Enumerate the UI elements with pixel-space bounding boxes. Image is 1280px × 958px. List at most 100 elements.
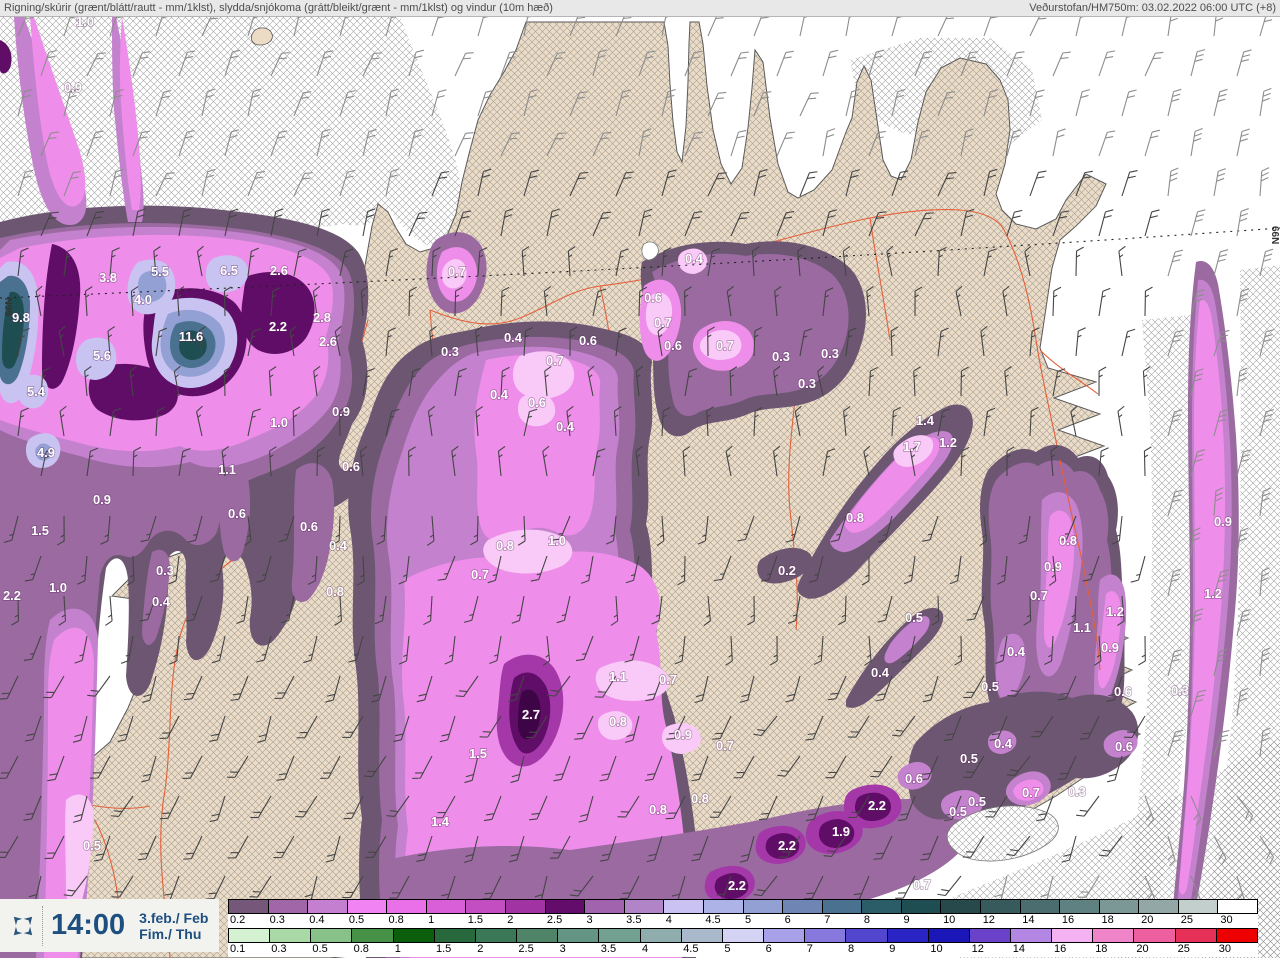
- legend-cell: [703, 900, 744, 913]
- weather-map-page: 66N 66N 1.0 0.9 3.8 5.5 4.0 6.5 2.6 2.8 2.6 2.2 9.…: [0, 0, 1280, 958]
- legend-cell: [846, 929, 888, 942]
- legend-cell: [545, 900, 586, 913]
- weather-map-canvas: 66N 66N 1.00.93.8 5.54.06.5 2.62.82.62.29.…: [0, 7, 1280, 958]
- precip-value-label: 0.6: [644, 290, 662, 305]
- legend-cell: [347, 900, 388, 913]
- precip-value-label: 0.8: [846, 510, 864, 525]
- legend-cell: [980, 900, 1021, 913]
- time-panel: 14:00 3.feb./ Feb Fim./ Thu: [0, 899, 219, 952]
- legend-cell: [1216, 929, 1257, 942]
- precip-value-label: 5.5: [151, 264, 169, 279]
- legend-tick-label: 0.8: [388, 914, 404, 926]
- precip-value-label: 1.2: [1204, 586, 1222, 601]
- precip-value-label: 0.9: [674, 727, 692, 742]
- precip-value-label: 1.1: [609, 669, 627, 684]
- legend-cell: [466, 900, 507, 913]
- legend-cell: [517, 929, 559, 942]
- precip-value-label: 0.3: [772, 349, 790, 364]
- legend-tick-label: 2: [507, 914, 514, 926]
- legend-tick-label: 6: [765, 943, 772, 955]
- legend-cell: [941, 900, 981, 913]
- map-title: Rigning/skúrir (grænt/blátt/rautt - mm/1…: [4, 2, 553, 14]
- legend-cell: [506, 900, 546, 913]
- legend-tick-label: 9: [903, 914, 910, 926]
- precip-value-label: 0.4: [1007, 644, 1026, 659]
- precip-value-label: 0.8: [326, 584, 344, 599]
- precip-value-label: 1.0: [548, 533, 566, 548]
- legend-tick-label: 3.5: [626, 914, 642, 926]
- legend-cell: [805, 929, 847, 942]
- legend-cell: [558, 929, 600, 942]
- precip-value-label: 0.3: [1171, 683, 1189, 698]
- precip-value-label: 6.5: [220, 263, 238, 278]
- legend-cell: [1175, 929, 1217, 942]
- legend-cell: [585, 900, 625, 913]
- precip-value-label: 0.6: [1115, 739, 1133, 754]
- precip-value-label: 1.7: [903, 439, 921, 454]
- legend-tick-label: 2.5: [518, 943, 534, 955]
- precip-value-label: 0.3: [1068, 784, 1086, 799]
- legend-cell: [387, 900, 427, 913]
- legend-cell: [901, 900, 942, 913]
- legend-tick-label: 5: [724, 943, 731, 955]
- legend-tick-label: 4.5: [705, 914, 721, 926]
- precip-value-label: 0.9: [93, 492, 111, 507]
- precip-value-label: 1.4: [431, 814, 450, 829]
- precip-value-label: 0.3: [441, 344, 459, 359]
- legend-cell: [1099, 900, 1140, 913]
- precip-value-label: 4.9: [37, 445, 55, 460]
- legend-cell: [1218, 900, 1258, 913]
- legend-tick-label: 7: [824, 914, 831, 926]
- precip-value-label: 0.4: [556, 419, 575, 434]
- precip-value-label: 0.6: [342, 459, 360, 474]
- legend-tick-label: 12: [982, 914, 995, 926]
- legend-cell: [268, 900, 309, 913]
- precip-value-label: 0.5: [83, 838, 101, 853]
- precip-value-label: 0.4: [504, 330, 523, 345]
- legend-tick-label: 20: [1136, 943, 1149, 955]
- precip-value-label: 1.1: [218, 462, 236, 477]
- precip-value-label: 1.9: [832, 824, 850, 839]
- precip-value-label: 0.8: [609, 714, 627, 729]
- legend-cell: [1010, 929, 1053, 942]
- legend-tick-label: 14: [1012, 943, 1026, 955]
- legend-tick-label: 16: [1054, 943, 1067, 955]
- legend-cell: [426, 900, 467, 913]
- legend-tick-label: 8: [848, 943, 855, 955]
- legend-cell: [475, 929, 518, 942]
- legend-tick-label: 20: [1141, 914, 1154, 926]
- latitude-label-right: 66N: [1269, 226, 1280, 244]
- legend-cell: [664, 900, 704, 913]
- legend-tick-label: 8: [863, 914, 870, 926]
- legend-tick-label: 1: [428, 914, 435, 926]
- legend-tick-label: 2: [477, 943, 484, 955]
- legend-cell: [1060, 900, 1100, 913]
- precip-value-label: 0.4: [994, 736, 1013, 751]
- legend-cell: [743, 900, 784, 913]
- precip-value-label: 9.8: [12, 310, 30, 325]
- legend-cell: [229, 900, 269, 913]
- forecast-time: 14:00: [51, 909, 126, 941]
- forecast-date-bottom: Fim./ Thu: [139, 925, 202, 942]
- legend-tick-label: 3: [559, 943, 566, 955]
- legend-cell: [308, 900, 348, 913]
- legend-tick-label: 0.2: [230, 914, 246, 926]
- precip-value-label: 0.9: [1101, 640, 1119, 655]
- legend-cell: [862, 900, 902, 913]
- precip-value-label: 0.9: [332, 404, 350, 419]
- precip-value-label: 0.5: [968, 794, 986, 809]
- legend-tick-label: 6: [784, 914, 791, 926]
- precip-value-label: 1.2: [1106, 604, 1124, 619]
- precip-value-label: 0.4: [685, 251, 704, 266]
- precip-value-label: 0.6: [579, 333, 597, 348]
- legend-cell: [352, 929, 394, 942]
- precip-value-label: 2.6: [270, 263, 288, 278]
- precip-value-label: 0.7: [716, 738, 734, 753]
- precip-value-label: 2.8: [313, 310, 331, 325]
- precip-value-label: 0.5: [949, 804, 967, 819]
- precip-value-label: 4.0: [134, 292, 152, 307]
- header-bar: Rigning/skúrir (grænt/blátt/rautt - mm/1…: [0, 0, 1280, 17]
- precip-value-label: 0.6: [1114, 684, 1132, 699]
- legend-cell: [1052, 929, 1094, 942]
- precip-value-label: 5.4: [27, 384, 46, 399]
